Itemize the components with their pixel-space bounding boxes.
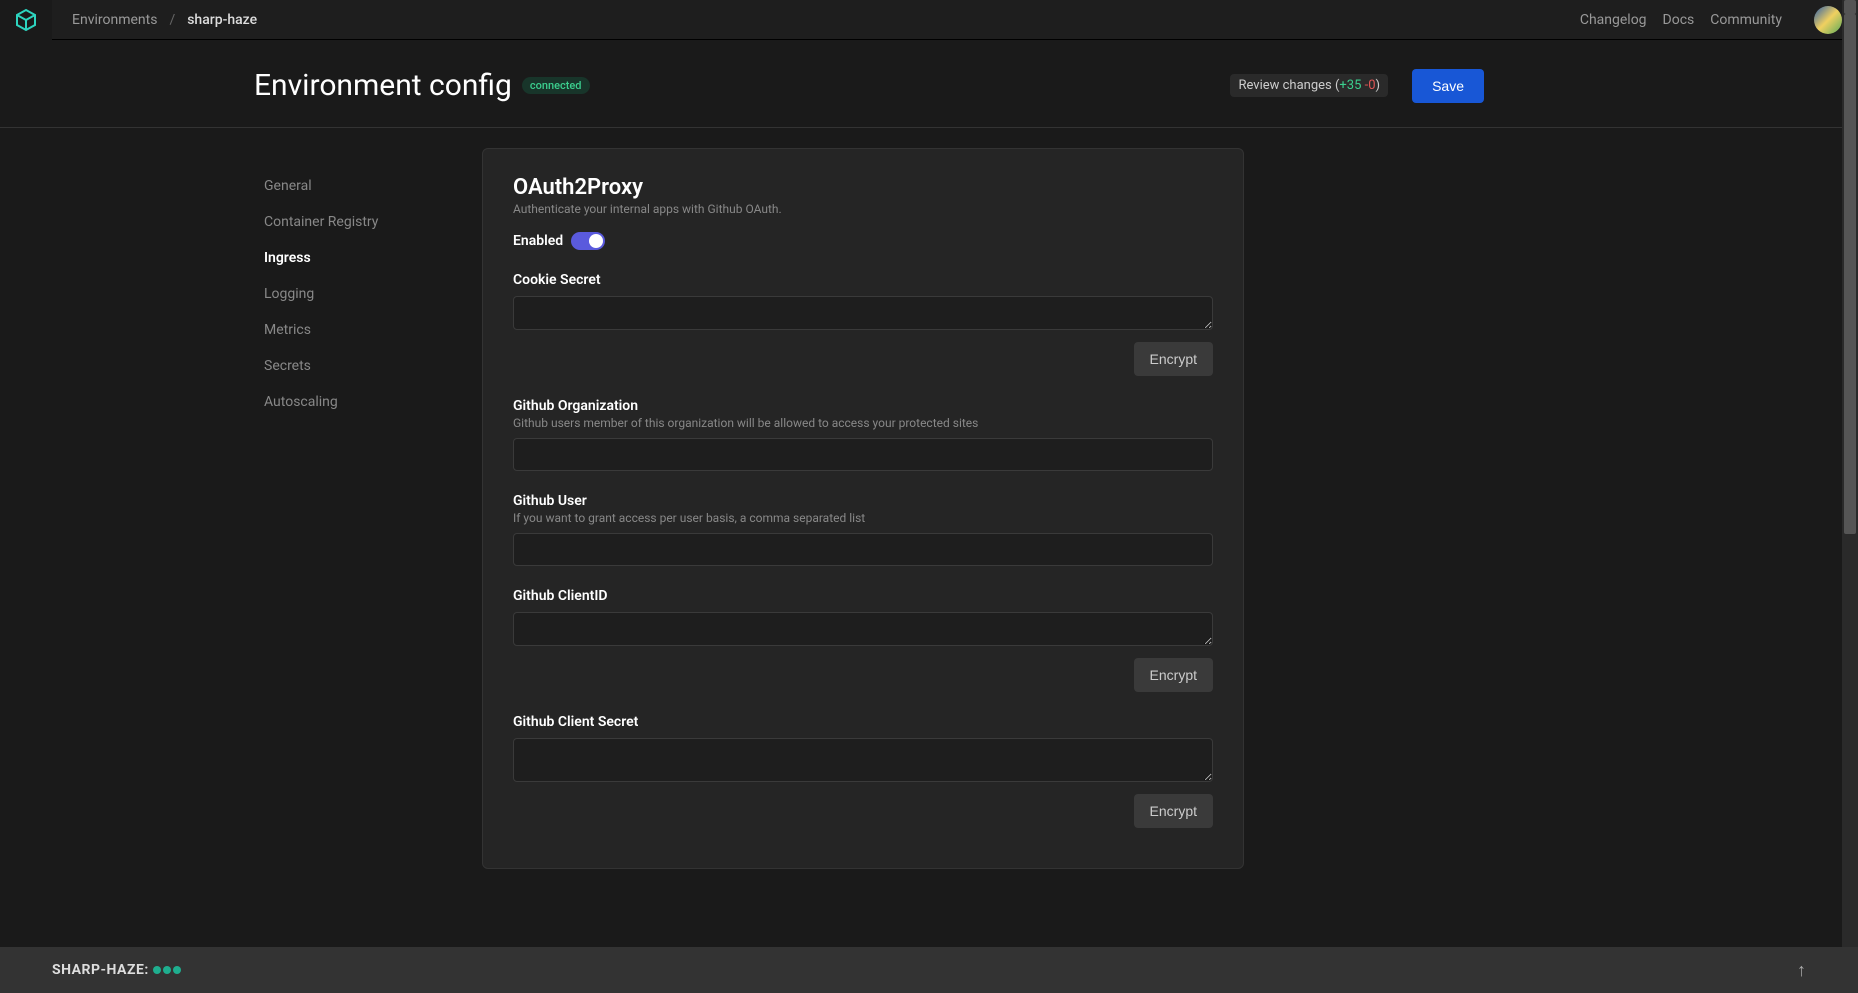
github-user-input[interactable] xyxy=(513,533,1213,566)
scrollbar[interactable] xyxy=(1842,0,1858,993)
sidebar-item-secrets[interactable]: Secrets xyxy=(254,348,482,384)
sidebar-item-container-registry[interactable]: Container Registry xyxy=(254,204,482,240)
review-minus: -0 xyxy=(1361,78,1375,93)
field-github-clientid: Github ClientID Encrypt xyxy=(513,588,1213,692)
breadcrumb: Environments / sharp-haze xyxy=(72,12,257,28)
sidebar-item-autoscaling[interactable]: Autoscaling xyxy=(254,384,482,420)
github-client-secret-label: Github Client Secret xyxy=(513,714,1213,730)
nav-community[interactable]: Community xyxy=(1710,12,1782,28)
status-dots xyxy=(153,966,181,974)
sidebar: General Container Registry Ingress Loggi… xyxy=(254,138,482,869)
sidebar-item-ingress[interactable]: Ingress xyxy=(254,240,482,276)
topnav-right: Changelog Docs Community xyxy=(1580,6,1842,34)
github-clientid-input[interactable] xyxy=(513,612,1213,646)
statusbar: SHARP-HAZE: ↑ xyxy=(0,947,1858,993)
github-org-label: Github Organization xyxy=(513,398,1213,414)
enabled-toggle[interactable] xyxy=(571,232,605,250)
field-cookie-secret: Cookie Secret Encrypt xyxy=(513,272,1213,376)
section-title: OAuth2Proxy xyxy=(513,175,1213,200)
cookie-secret-encrypt-button[interactable]: Encrypt xyxy=(1134,342,1213,376)
github-client-secret-encrypt-button[interactable]: Encrypt xyxy=(1134,794,1213,828)
page-title: Environment config connected xyxy=(254,68,590,103)
github-user-label: Github User xyxy=(513,493,1213,509)
logo[interactable] xyxy=(0,0,52,40)
cookie-secret-label: Cookie Secret xyxy=(513,272,1213,288)
avatar[interactable] xyxy=(1814,6,1842,34)
review-suffix: ) xyxy=(1376,78,1381,93)
save-button[interactable]: Save xyxy=(1412,69,1484,103)
github-user-help: If you want to grant access per user bas… xyxy=(513,511,1213,525)
cookie-secret-input[interactable] xyxy=(513,296,1213,330)
review-plus: +35 xyxy=(1339,78,1361,93)
sidebar-item-metrics[interactable]: Metrics xyxy=(254,312,482,348)
page-header: Environment config connected Review chan… xyxy=(0,40,1858,128)
status-dot xyxy=(173,966,181,974)
breadcrumb-separator: / xyxy=(169,12,175,28)
breadcrumb-current[interactable]: sharp-haze xyxy=(187,12,257,28)
main-layout: General Container Registry Ingress Loggi… xyxy=(0,128,1858,869)
logo-icon xyxy=(14,8,38,32)
enabled-row: Enabled xyxy=(513,232,1213,250)
github-org-help: Github users member of this organization… xyxy=(513,416,1213,430)
content-panel: OAuth2Proxy Authenticate your internal a… xyxy=(482,148,1244,869)
review-changes-button[interactable]: Review changes (+35 -0) xyxy=(1230,74,1388,97)
field-github-client-secret: Github Client Secret Encrypt xyxy=(513,714,1213,828)
nav-docs[interactable]: Docs xyxy=(1663,12,1695,28)
sidebar-item-logging[interactable]: Logging xyxy=(254,276,482,312)
github-clientid-label: Github ClientID xyxy=(513,588,1213,604)
page-title-text: Environment config xyxy=(254,68,512,103)
topbar: Environments / sharp-haze Changelog Docs… xyxy=(0,0,1858,40)
field-github-user: Github User If you want to grant access … xyxy=(513,493,1213,566)
review-prefix: Review changes ( xyxy=(1238,78,1339,93)
section-subtitle: Authenticate your internal apps with Git… xyxy=(513,202,1213,216)
statusbar-env-name: SHARP-HAZE: xyxy=(52,962,149,978)
github-clientid-encrypt-button[interactable]: Encrypt xyxy=(1134,658,1213,692)
sidebar-item-general[interactable]: General xyxy=(254,168,482,204)
field-github-org: Github Organization Github users member … xyxy=(513,398,1213,471)
nav-changelog[interactable]: Changelog xyxy=(1580,12,1647,28)
enabled-label: Enabled xyxy=(513,233,563,249)
status-badge: connected xyxy=(522,77,590,94)
status-dot xyxy=(163,966,171,974)
scrollbar-thumb[interactable] xyxy=(1844,14,1856,534)
breadcrumb-root[interactable]: Environments xyxy=(72,12,157,28)
expand-statusbar-icon[interactable]: ↑ xyxy=(1797,960,1806,981)
github-client-secret-input[interactable] xyxy=(513,738,1213,782)
github-org-input[interactable] xyxy=(513,438,1213,471)
status-dot xyxy=(153,966,161,974)
scrollbar-arrow-up[interactable] xyxy=(1844,0,1856,14)
